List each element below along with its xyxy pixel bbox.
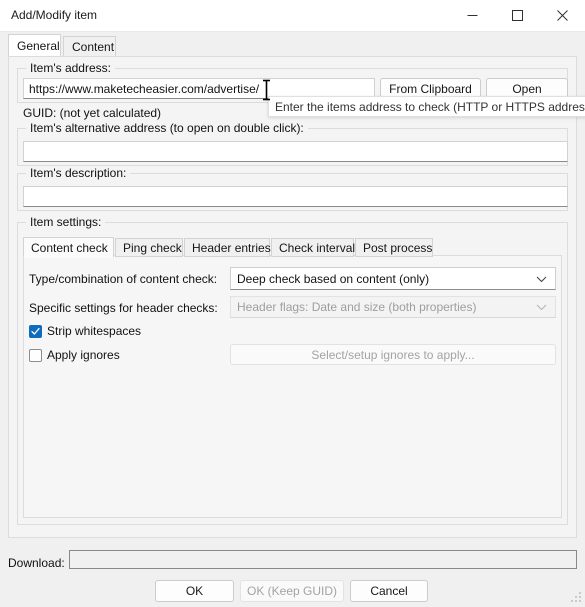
add-modify-item-dialog: Add/Modify item General Content Item's a… <box>0 0 585 607</box>
tab-content[interactable]: Content <box>63 36 116 57</box>
tab-content-check[interactable]: Content check <box>23 237 114 258</box>
main-tab-strip: General Content <box>8 34 577 57</box>
minimize-icon <box>467 15 478 16</box>
alt-address-group-title: Item's alternative address (to open on d… <box>26 121 308 135</box>
tab-general[interactable]: General <box>8 34 61 57</box>
tab-ping-check[interactable]: Ping check <box>115 238 183 257</box>
window-title: Add/Modify item <box>11 8 98 22</box>
resize-grip[interactable] <box>570 592 582 604</box>
close-icon <box>557 10 568 21</box>
tab-ping-check-label: Ping check <box>123 241 182 255</box>
content-check-type-select[interactable]: Deep check based on content (only) <box>230 267 556 290</box>
content-check-type-value: Deep check based on content (only) <box>237 271 430 286</box>
checkbox-checked-icon <box>29 324 42 338</box>
strip-whitespaces-checkbox[interactable]: Strip whitespaces <box>29 324 141 338</box>
ok-button[interactable]: OK <box>155 580 234 602</box>
address-tooltip: Enter the items address to check (HTTP o… <box>268 96 585 117</box>
tab-general-label: General <box>17 39 60 53</box>
guid-label: GUID: (not yet calculated) <box>23 106 162 120</box>
title-bar: Add/Modify item <box>0 0 585 32</box>
content-check-type-label: Type/combination of content check: <box>29 272 218 286</box>
cancel-label: Cancel <box>370 584 408 598</box>
chevron-down-icon <box>536 272 547 286</box>
tab-post-process-label: Post process <box>363 241 433 255</box>
item-settings-group-title: Item settings: <box>26 215 106 229</box>
description-input[interactable] <box>23 186 568 207</box>
download-label: Download: <box>8 556 65 570</box>
setup-ignores-label: Select/setup ignores to apply... <box>311 347 475 362</box>
strip-whitespaces-label: Strip whitespaces <box>47 324 142 338</box>
chevron-down-icon <box>536 300 547 314</box>
tab-content-check-label: Content check <box>31 241 108 255</box>
ok-keep-guid-button[interactable]: OK (Keep GUID) <box>240 580 344 602</box>
tab-check-interval[interactable]: Check interval <box>271 238 356 257</box>
from-clipboard-label: From Clipboard <box>389 81 472 96</box>
apply-ignores-checkbox[interactable]: Apply ignores <box>29 348 120 362</box>
tab-post-process[interactable]: Post process <box>355 238 433 257</box>
setup-ignores-button[interactable]: Select/setup ignores to apply... <box>230 344 556 365</box>
close-button[interactable] <box>540 0 585 31</box>
description-group-title: Item's description: <box>26 166 131 180</box>
item-address-group-title: Item's address: <box>26 61 115 75</box>
content-check-tab-page <box>23 255 562 518</box>
minimize-button[interactable] <box>450 0 495 31</box>
apply-ignores-label: Apply ignores <box>47 348 120 362</box>
maximize-button[interactable] <box>495 0 540 31</box>
address-tooltip-text: Enter the items address to check (HTTP o… <box>275 100 585 114</box>
header-checks-select[interactable]: Header flags: Date and size (both proper… <box>230 296 556 318</box>
header-checks-value: Header flags: Date and size (both proper… <box>237 300 477 314</box>
tab-content-label: Content <box>72 40 115 54</box>
tab-header-entries[interactable]: Header entries <box>184 238 271 257</box>
checkbox-unchecked-icon <box>29 348 42 362</box>
alt-address-input[interactable] <box>23 141 568 162</box>
ok-label: OK <box>185 584 204 598</box>
open-label: Open <box>512 81 542 96</box>
item-settings-tab-strip: Content check Ping check Header entries … <box>23 237 562 258</box>
window-controls <box>450 0 585 31</box>
download-progress-bar <box>69 550 577 569</box>
header-checks-label: Specific settings for header checks: <box>29 301 218 315</box>
maximize-icon <box>512 10 523 21</box>
ok-keep-guid-label: OK (Keep GUID) <box>246 584 338 598</box>
tab-header-entries-label: Header entries <box>192 241 271 255</box>
tab-check-interval-label: Check interval <box>279 241 356 255</box>
cancel-button[interactable]: Cancel <box>350 580 428 602</box>
